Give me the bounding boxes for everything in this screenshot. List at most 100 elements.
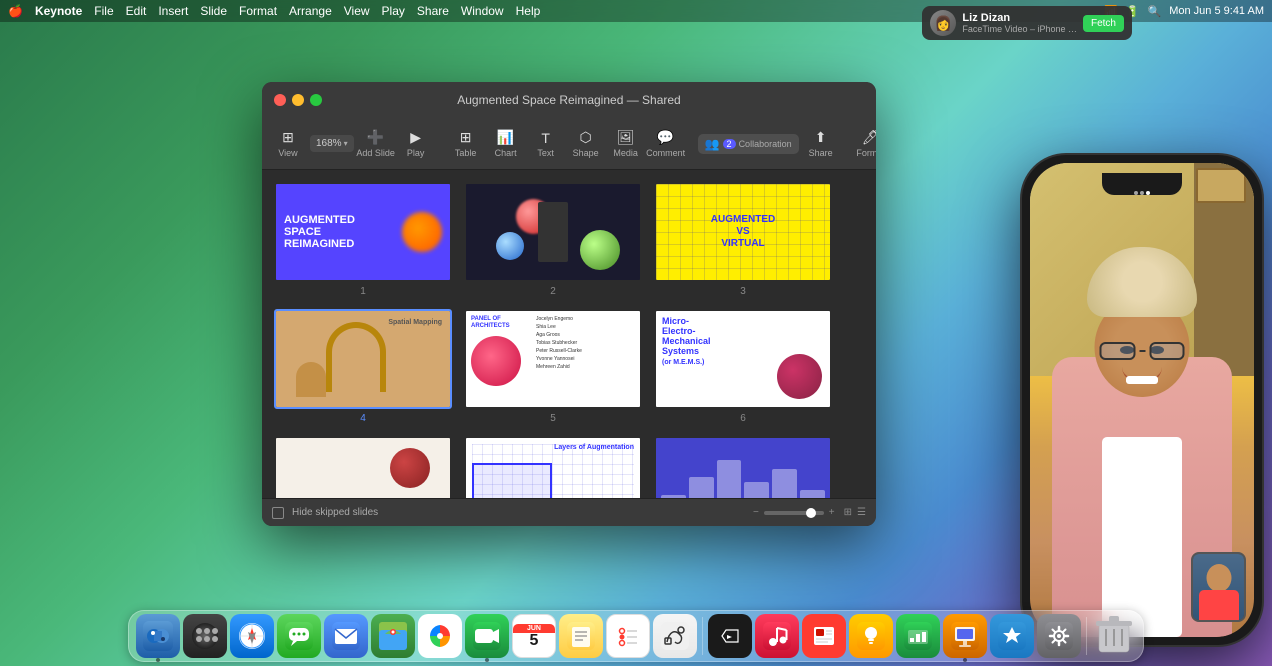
dock-safari[interactable] bbox=[230, 614, 274, 658]
slide-num-4: 4 bbox=[360, 413, 366, 424]
chart-icon: 📊 bbox=[497, 129, 514, 146]
dock-notes[interactable] bbox=[559, 614, 603, 658]
zoom-slider[interactable] bbox=[764, 511, 824, 515]
zoom-chevron: ▾ bbox=[344, 139, 348, 148]
toolbar-view[interactable]: ⊞ View bbox=[270, 126, 306, 161]
toolbar-chart[interactable]: 📊 Chart bbox=[488, 126, 524, 161]
dock-tips[interactable] bbox=[849, 614, 893, 658]
calendar-icon: JUN 5 bbox=[513, 624, 555, 649]
dock-messages[interactable] bbox=[277, 614, 321, 658]
menu-app-name[interactable]: Keynote bbox=[35, 4, 82, 18]
toolbar-text[interactable]: T Text bbox=[528, 127, 564, 161]
dock-finder[interactable] bbox=[136, 614, 180, 658]
dock-keynote[interactable] bbox=[943, 614, 987, 658]
slide-item-9[interactable]: 9 bbox=[654, 436, 832, 498]
menu-format[interactable]: Format bbox=[239, 4, 277, 18]
dock-facetime[interactable] bbox=[465, 614, 509, 658]
menu-window[interactable]: Window bbox=[461, 4, 504, 18]
iphone-screen bbox=[1030, 163, 1254, 637]
slide-item-8[interactable]: Layers of Augmentation 8 bbox=[464, 436, 642, 498]
menu-slide[interactable]: Slide bbox=[200, 4, 227, 18]
slide-thumb-1[interactable]: AUGMENTEDSPACEREIMAGINED bbox=[274, 182, 452, 282]
slide-thumb-2[interactable] bbox=[464, 182, 642, 282]
dock-numbers[interactable] bbox=[896, 614, 940, 658]
slide-item-3[interactable]: AugmentedVSVirtual 3 bbox=[654, 182, 832, 297]
close-button[interactable] bbox=[274, 94, 286, 106]
toolbar-format[interactable]: 🖊 Format bbox=[853, 126, 876, 161]
text-icon: T bbox=[541, 130, 550, 146]
zoom-in-icon[interactable]: + bbox=[829, 507, 835, 518]
video-inset-person bbox=[1193, 554, 1244, 620]
list-view-icon[interactable]: ☰ bbox=[857, 507, 866, 518]
dock-news[interactable] bbox=[802, 614, 846, 658]
menubar-left: 🍎 Keynote File Edit Insert Slide Format … bbox=[8, 4, 540, 18]
dock-calendar[interactable]: JUN 5 bbox=[512, 614, 556, 658]
slide-item-6[interactable]: Micro-Electro-MechanicalSystems(or M.E.M… bbox=[654, 309, 832, 424]
dock-freeform[interactable] bbox=[653, 614, 697, 658]
menu-view[interactable]: View bbox=[344, 4, 370, 18]
dock-trash[interactable] bbox=[1092, 614, 1136, 658]
dock-launchpad[interactable] bbox=[183, 614, 227, 658]
slide-thumb-9[interactable] bbox=[654, 436, 832, 498]
facetime-text: Liz Dizan FaceTime Video – iPhone … bbox=[962, 12, 1077, 34]
toolbar-table[interactable]: ⊞ Table bbox=[448, 126, 484, 161]
slide-thumb-3[interactable]: AugmentedVSVirtual bbox=[654, 182, 832, 282]
toolbar-share[interactable]: ⬆ Share bbox=[803, 126, 839, 161]
toolbar-play[interactable]: ▶ Play bbox=[398, 126, 434, 161]
dock-appletv[interactable] bbox=[708, 614, 752, 658]
toolbar-collaboration[interactable]: 👥 2 Collaboration bbox=[698, 134, 799, 154]
video-inset[interactable] bbox=[1191, 552, 1246, 622]
slide-thumb-7[interactable]: AUGO bbox=[274, 436, 452, 498]
menu-insert[interactable]: Insert bbox=[158, 4, 188, 18]
slide2-figure bbox=[538, 202, 568, 262]
zoom-out-icon[interactable]: − bbox=[753, 507, 759, 518]
dock-music[interactable] bbox=[755, 614, 799, 658]
slide-thumb-5[interactable]: PANEL OFARCHITECTS Jocelyn Engemo Shia L… bbox=[464, 309, 642, 409]
slide-panel: AUGMENTEDSPACEREIMAGINED 1 2 bbox=[262, 170, 876, 498]
collab-label: Collaboration bbox=[739, 139, 792, 149]
slide-item-5[interactable]: PANEL OFARCHITECTS Jocelyn Engemo Shia L… bbox=[464, 309, 642, 424]
zoom-thumb bbox=[806, 508, 816, 518]
play-icon: ▶ bbox=[410, 129, 421, 146]
zoom-control[interactable]: 168% ▾ bbox=[310, 135, 354, 152]
menu-play[interactable]: Play bbox=[382, 4, 405, 18]
toolbar-shape[interactable]: ⬡ Shape bbox=[568, 126, 604, 161]
hide-skipped-checkbox[interactable] bbox=[272, 507, 284, 519]
collab-badge: 2 bbox=[723, 139, 736, 149]
maximize-button[interactable] bbox=[310, 94, 322, 106]
menu-arrange[interactable]: Arrange bbox=[289, 4, 332, 18]
share-icon: ⬆ bbox=[815, 129, 827, 146]
slide-item-2[interactable]: 2 bbox=[464, 182, 642, 297]
indicator-dot-2 bbox=[1140, 191, 1144, 195]
toolbar-add-slide[interactable]: ➕ Add Slide bbox=[358, 126, 394, 161]
dock-system-preferences[interactable] bbox=[1037, 614, 1081, 658]
facetime-fetch-button[interactable]: Fetch bbox=[1083, 15, 1124, 32]
slide-item-7[interactable]: AUGO 7 bbox=[274, 436, 452, 498]
grid-view-icon[interactable]: ⊞ bbox=[844, 507, 852, 518]
minimize-button[interactable] bbox=[292, 94, 304, 106]
slide-thumb-8[interactable]: Layers of Augmentation bbox=[464, 436, 642, 498]
collab-icon: 👥 bbox=[705, 137, 720, 151]
search-icon[interactable]: 🔍 bbox=[1148, 5, 1162, 18]
dock-appstore[interactable] bbox=[990, 614, 1034, 658]
toolbar-media[interactable]: 🖼 Media bbox=[608, 126, 644, 161]
facetime-name: Liz Dizan bbox=[962, 12, 1077, 24]
menu-edit[interactable]: Edit bbox=[126, 4, 147, 18]
slide-thumb-4[interactable]: Spatial Mapping bbox=[274, 309, 452, 409]
chart-label: Chart bbox=[495, 148, 517, 158]
dock-photos[interactable] bbox=[418, 614, 462, 658]
facetime-notification[interactable]: 👩 Liz Dizan FaceTime Video – iPhone … Fe… bbox=[922, 6, 1132, 40]
slide-item-4[interactable]: Spatial Mapping 4 bbox=[274, 309, 452, 424]
menu-help[interactable]: Help bbox=[516, 4, 541, 18]
dock-reminders[interactable] bbox=[606, 614, 650, 658]
dock-maps[interactable] bbox=[371, 614, 415, 658]
toolbar-comment[interactable]: 💬 Comment bbox=[648, 126, 684, 161]
dock-mail[interactable] bbox=[324, 614, 368, 658]
menu-file[interactable]: File bbox=[94, 4, 113, 18]
facetime-sub: FaceTime Video – iPhone … bbox=[962, 24, 1077, 34]
slide-item-1[interactable]: AUGMENTEDSPACEREIMAGINED 1 bbox=[274, 182, 452, 297]
menu-share[interactable]: Share bbox=[417, 4, 449, 18]
slide9-bar5 bbox=[772, 469, 797, 498]
apple-menu[interactable]: 🍎 bbox=[8, 4, 23, 18]
slide-thumb-6[interactable]: Micro-Electro-MechanicalSystems(or M.E.M… bbox=[654, 309, 832, 409]
